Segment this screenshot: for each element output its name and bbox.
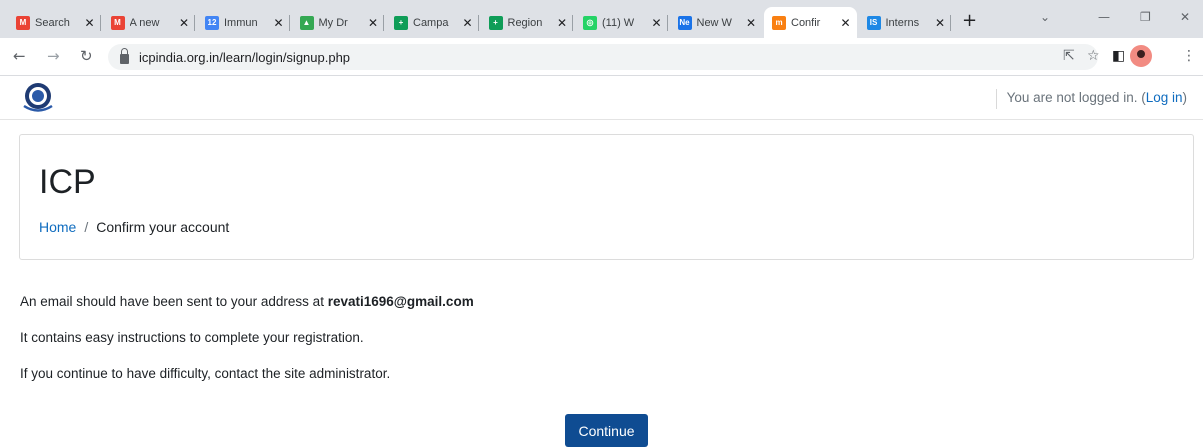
breadcrumb: Home / Confirm your account: [39, 219, 229, 235]
tab-title: My Dr: [318, 16, 348, 29]
page-header: ICP Home / Confirm your account: [19, 134, 1194, 260]
tab-title: Confir: [791, 16, 821, 29]
moodle-icon: m: [772, 15, 786, 30]
new-tab-button[interactable]: +: [962, 10, 977, 31]
browser-tab[interactable]: + Region ✕: [481, 7, 573, 38]
is-icon: IS: [866, 15, 881, 30]
tab-title: A new: [129, 16, 160, 29]
sheets-icon: +: [394, 15, 408, 30]
email-address: revati1696@gmail.com: [327, 294, 474, 309]
tab-separator: [288, 15, 290, 31]
calendar-icon: 12: [205, 15, 219, 30]
close-window-icon[interactable]: ✕: [1180, 10, 1190, 24]
email-sent-message: An email should have been sent to your a…: [20, 294, 474, 309]
close-tab-icon[interactable]: ✕: [273, 16, 283, 30]
tab-search-icon[interactable]: ⌄: [1040, 10, 1050, 24]
close-tab-icon[interactable]: ✕: [840, 16, 850, 30]
browser-tab[interactable]: Ne New W ✕: [670, 7, 763, 38]
tab-title: Immun: [224, 16, 258, 29]
browser-tab[interactable]: + Campa ✕: [386, 7, 479, 38]
tab-separator: [194, 15, 195, 31]
continue-button[interactable]: Continue: [565, 414, 648, 447]
breadcrumb-home-link[interactable]: Home: [39, 219, 76, 235]
login-status-text: You are not logged in. (: [1006, 90, 1146, 105]
tab-separator: [572, 15, 573, 31]
browser-toolbar: ← → ↻ icpindia.org.in/learn/login/signup…: [0, 38, 1203, 76]
login-link[interactable]: Log in: [1146, 90, 1183, 105]
close-tab-icon[interactable]: ✕: [368, 16, 378, 30]
close-tab-icon[interactable]: ✕: [84, 16, 94, 30]
bookmark-star-icon[interactable]: ☆: [1087, 48, 1100, 64]
difficulty-message: If you continue to have difficulty, cont…: [20, 366, 391, 381]
browser-tab[interactable]: IS Interns ✕: [859, 7, 951, 38]
tab-separator: [99, 15, 101, 31]
site-title: ICP: [39, 163, 96, 201]
gmail-icon: M: [16, 15, 30, 30]
browser-tab[interactable]: ◎ (11) W ✕: [575, 7, 668, 38]
tab-separator: [383, 15, 384, 31]
close-tab-icon[interactable]: ✕: [462, 16, 472, 30]
tab-title: New W: [696, 16, 732, 29]
profile-avatar[interactable]: [1130, 45, 1152, 67]
tab-title: Region: [507, 16, 543, 29]
browser-tab[interactable]: M Search ✕: [8, 7, 101, 38]
url-text: icpindia.org.in/learn/login/signup.php: [139, 49, 351, 65]
tab-title: Campa: [413, 16, 449, 29]
browser-tab-strip: M Search ✕ M A new ✕ 12 Immun ✕ ▲ My Dr ✕ + Campa ✕ + Re…: [0, 0, 1203, 38]
sheets-icon: +: [488, 15, 503, 30]
browser-tab[interactable]: 12 Immun ✕: [197, 7, 290, 38]
tab-separator: [950, 15, 951, 31]
email-sent-text: An email should have been sent to your a…: [20, 294, 328, 309]
close-tab-icon[interactable]: ✕: [179, 16, 189, 30]
breadcrumb-current: Confirm your account: [96, 219, 230, 235]
address-bar[interactable]: icpindia.org.in/learn/login/signup.php: [108, 44, 1098, 70]
tab-separator: [666, 15, 668, 31]
breadcrumb-divider: /: [84, 219, 89, 235]
drive-icon: ▲: [299, 15, 314, 30]
reload-icon[interactable]: ↻: [80, 47, 93, 65]
site-logo[interactable]: [20, 81, 56, 115]
minimize-icon[interactable]: —: [1098, 10, 1110, 24]
tab-title: Search: [35, 16, 70, 29]
browser-tab[interactable]: ▲ My Dr ✕: [292, 7, 384, 38]
login-status-close: ): [1182, 90, 1188, 105]
login-info: You are not logged in. (Log in): [995, 89, 1188, 109]
whatsapp-icon: ◎: [583, 15, 597, 30]
browser-tab[interactable]: m Confir ✕: [764, 7, 857, 38]
back-icon[interactable]: ←: [13, 47, 26, 65]
gmail-icon: M: [110, 15, 125, 30]
lock-icon[interactable]: [120, 48, 129, 64]
tab-title: (11) W: [602, 16, 635, 29]
close-tab-icon[interactable]: ✕: [746, 16, 756, 30]
close-tab-icon[interactable]: ✕: [557, 16, 567, 30]
restore-icon[interactable]: ❐: [1140, 10, 1151, 24]
menu-kebab-icon[interactable]: ⋮: [1182, 48, 1196, 64]
close-tab-icon[interactable]: ✕: [651, 16, 661, 30]
tab-separator: [477, 15, 479, 31]
ne-icon: Ne: [677, 15, 692, 30]
instructions-message: It contains easy instructions to complet…: [20, 330, 364, 345]
tab-title: Interns: [885, 16, 920, 29]
side-panel-icon[interactable]: ◧: [1112, 48, 1125, 64]
browser-tab[interactable]: M A new ✕: [103, 7, 195, 38]
site-navbar: You are not logged in. (Log in): [0, 77, 1203, 120]
forward-icon[interactable]: →: [47, 47, 60, 65]
share-icon[interactable]: ⇱: [1063, 48, 1075, 64]
close-tab-icon[interactable]: ✕: [935, 16, 945, 30]
